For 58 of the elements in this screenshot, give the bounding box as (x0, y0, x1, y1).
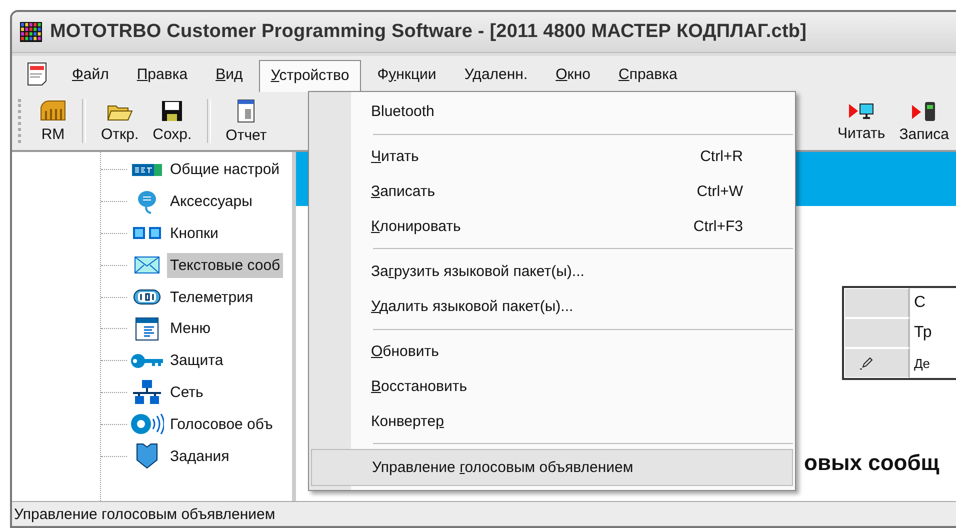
set-icon (132, 162, 162, 177)
menu-option[interactable]: Удалить языковой пакет(ы)... (311, 288, 793, 324)
menu-option[interactable]: Загрузить языковой пакет(ы)... (311, 254, 793, 289)
pencil-icon (859, 356, 873, 370)
row-header[interactable] (844, 348, 910, 378)
tree-item[interactable]: Кнопки (167, 220, 222, 246)
menu-item[interactable]: Вид (204, 58, 255, 90)
arrow-monitor-icon (847, 100, 876, 120)
open-button[interactable]: Откр. (96, 98, 144, 144)
menu-window-icon (135, 316, 159, 341)
window-title: MOTOTRBO Customer Programming Software - [2011 4800 МАСТЕР КОДПЛАГ.ctb] (50, 21, 807, 43)
key-icon (130, 352, 164, 370)
column-header: С (913, 293, 927, 313)
tree-item[interactable]: Защита (167, 348, 226, 374)
table-cell-text: Де (913, 354, 932, 373)
save-button[interactable]: Сохр. (148, 98, 197, 144)
tree-item[interactable]: Общие настрой (167, 157, 283, 182)
radio-icon (39, 100, 67, 122)
read-button[interactable]: Читать (832, 98, 890, 144)
tree-item[interactable]: Сеть (167, 380, 206, 405)
menu-option[interactable]: Клонировать Ctrl+F3 (311, 208, 793, 244)
menu-option[interactable]: Bluetooth (311, 94, 793, 129)
tree-item[interactable]: Аксессуары (167, 189, 256, 214)
menu-option[interactable]: Читать Ctrl+R (311, 140, 793, 174)
menu-item[interactable]: Правка (124, 58, 200, 90)
menu-item[interactable]: Справка (606, 58, 690, 90)
tree-item[interactable]: Голосовое объ (167, 412, 276, 437)
menu-option[interactable]: Обновить (311, 334, 793, 370)
menu-item[interactable]: Удаленн. (452, 58, 540, 90)
table-cell-text: Тр (913, 323, 933, 343)
row-header[interactable] (844, 318, 910, 348)
section-heading: овых сообщ (804, 450, 940, 476)
keys-icon (132, 226, 162, 240)
menu-item[interactable]: Окно (544, 58, 602, 90)
report-button[interactable]: Отчет (220, 96, 272, 146)
corner-cell (844, 288, 910, 318)
tree-item[interactable]: Текстовые сооб (167, 252, 284, 278)
menu-option[interactable]: Записать Ctrl+W (311, 174, 793, 209)
binary-badge-icon (133, 289, 161, 306)
rm-button[interactable]: RM (34, 98, 72, 144)
tree-item[interactable]: Задания (167, 444, 232, 469)
menu-option[interactable]: Конвертер (311, 404, 793, 438)
menu-item[interactable]: Файл (60, 58, 121, 90)
report-icon (235, 98, 258, 122)
menu-item[interactable]: Функции (365, 58, 448, 90)
tree-item[interactable]: Меню (167, 316, 214, 342)
tree-item[interactable]: Телеметрия (167, 284, 256, 310)
menu-option[interactable]: Восстановить (311, 369, 793, 404)
document-icon[interactable] (26, 62, 48, 86)
app-grid-icon (20, 22, 42, 42)
write-button[interactable]: Записа (894, 98, 954, 144)
status-text: Управление голосовым объявлением (14, 506, 276, 522)
menu-item[interactable]: Устройство (258, 60, 362, 92)
earpiece-icon (136, 190, 158, 214)
network-icon (132, 379, 162, 406)
envelope-icon (134, 256, 160, 274)
menu-option[interactable]: Управление голосовым объявлением (311, 449, 793, 486)
clipboard-icon (136, 443, 158, 470)
